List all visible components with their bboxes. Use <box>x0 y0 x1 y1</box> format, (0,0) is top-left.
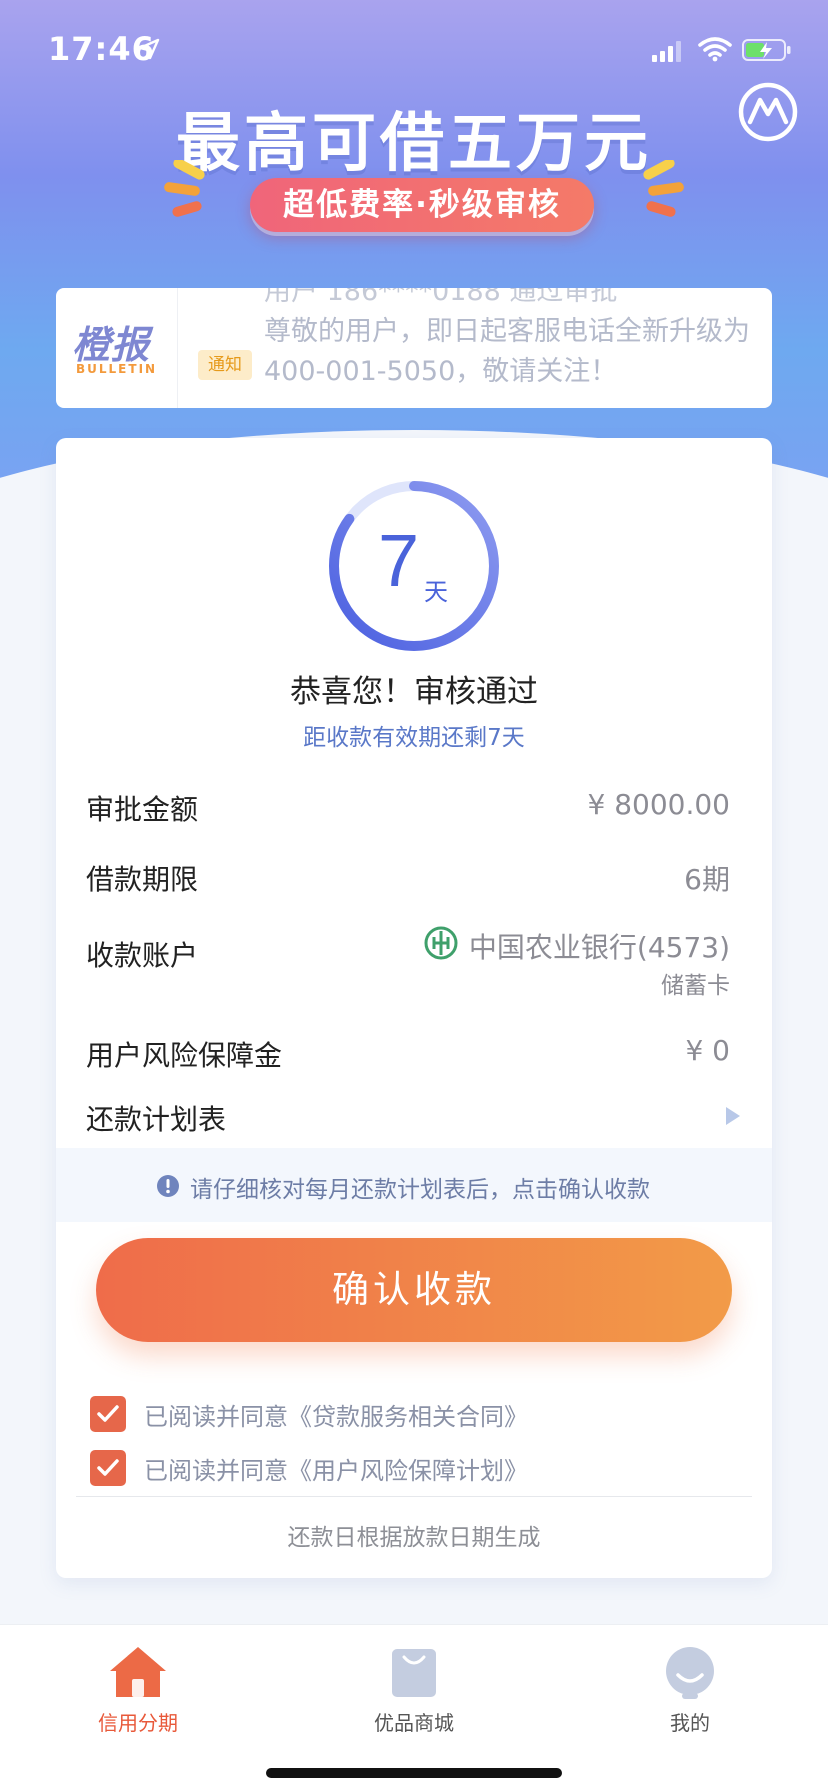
confirm-receipt-button[interactable]: 确认收款 <box>96 1238 732 1342</box>
home-icon <box>110 1647 166 1697</box>
sparkle-decoration-icon <box>164 160 205 217</box>
hero-banner: 17:46 最高可借五万元 超低费率·秒级审核 <box>0 0 828 500</box>
bottom-tab-bar: 信用分期 优品商城 我的 <box>0 1624 828 1792</box>
location-arrow-icon <box>138 38 160 60</box>
tab-credit-installment[interactable]: 信用分期 <box>58 1635 218 1755</box>
home-indicator <box>266 1768 562 1778</box>
approved-amount-label: 审批金额 <box>86 793 199 826</box>
receiving-account-value: 中国农业银行(4573) <box>468 931 730 964</box>
tab-label: 我的 <box>670 1711 710 1735</box>
status-bar: 17:46 <box>0 0 828 100</box>
bulletin-tag: 通知 <box>198 350 252 380</box>
divider <box>76 1496 752 1497</box>
agreement-text[interactable]: 已阅读并同意《贷款服务相关合同》 <box>144 1397 528 1432</box>
triangle-right-icon <box>726 1107 740 1125</box>
bulletin-logo-text: 橙报 <box>72 323 151 367</box>
approved-amount-value: ¥ 8000.00 <box>587 788 730 821</box>
bulletin-banner[interactable]: 橙报 BULLETIN 通知 用户 186****0188 通过审批 尊敬的用户… <box>56 288 772 408</box>
risk-deposit-label: 用户风险保障金 <box>86 1039 283 1072</box>
days-remaining-number: 7 <box>378 519 420 602</box>
checkbox-checked-icon[interactable] <box>90 1450 126 1486</box>
tab-label: 信用分期 <box>98 1711 178 1735</box>
risk-deposit-value: ¥ 0 <box>685 1034 730 1067</box>
notice-bar: 请仔细核对每月还款计划表后，点击确认收款 <box>56 1148 772 1222</box>
tab-mall[interactable]: 优品商城 <box>334 1635 494 1755</box>
wifi-icon <box>698 37 732 62</box>
profile-icon <box>666 1647 714 1699</box>
agreement-row-risk-plan[interactable]: 已阅读并同意《用户风险保障计划》 <box>90 1448 730 1488</box>
bulletin-logo: 橙报 BULLETIN <box>56 288 178 408</box>
repayment-plan-label: 还款计划表 <box>86 1103 227 1136</box>
receiving-account-type: 储蓄卡 <box>661 973 730 999</box>
cellular-signal-icon <box>652 41 681 62</box>
bulletin-logo-subtext: BULLETIN <box>76 362 158 376</box>
agreement-text[interactable]: 已阅读并同意《用户风险保障计划》 <box>144 1451 528 1486</box>
approval-subtitle: 距收款有效期还剩7天 <box>303 725 525 751</box>
loan-term-label: 借款期限 <box>86 863 199 896</box>
receiving-account-row: 收款账户 中国农业银行(4573) 储蓄卡 <box>56 914 772 1004</box>
loan-term-row: 借款期限 6期 <box>56 846 772 906</box>
agreement-row-loan-contract[interactable]: 已阅读并同意《贷款服务相关合同》 <box>90 1394 730 1434</box>
repayment-plan-row[interactable]: 还款计划表 <box>56 1082 772 1148</box>
hero-headline: 最高可借五万元 <box>176 107 652 181</box>
checkbox-checked-icon[interactable] <box>90 1396 126 1432</box>
bulletin-scroller: 用户 186****0188 通过审批 尊敬的用户，即日起客服电话全新升级为40… <box>264 288 760 392</box>
loan-term-value: 6期 <box>684 863 730 896</box>
approval-card: 7 天 恭喜您！审核通过 距收款有效期还剩7天 审批金额 ¥ 8000.00 借… <box>56 438 772 1578</box>
sparkle-decoration-icon <box>643 160 684 217</box>
notice-text: 请仔细核对每月还款计划表后，点击确认收款 <box>190 1177 650 1203</box>
approval-title: 恭喜您！审核通过 <box>290 674 538 710</box>
shopping-bag-icon <box>392 1649 436 1697</box>
battery-charging-icon <box>742 39 791 61</box>
repayment-date-footnote: 还款日根据放款日期生成 <box>287 1525 541 1551</box>
info-exclamation-icon <box>157 1175 179 1197</box>
receiving-account-label: 收款账户 <box>86 939 199 972</box>
tab-label: 优品商城 <box>374 1711 454 1735</box>
risk-deposit-row: 用户风险保障金 ¥ 0 <box>56 1022 772 1082</box>
approved-amount-row: 审批金额 ¥ 8000.00 <box>56 776 772 836</box>
agricultural-bank-icon <box>424 926 458 960</box>
bulletin-message: 尊敬的用户，即日起客服电话全新升级为400-001-5050，敬请关注！ <box>264 316 750 387</box>
tab-mine[interactable]: 我的 <box>610 1635 770 1755</box>
hero-subline-pill: 超低费率·秒级审核 <box>250 178 594 232</box>
bulletin-prev-message: 用户 186****0188 通过审批 <box>264 288 618 307</box>
days-remaining-unit: 天 <box>424 578 448 606</box>
